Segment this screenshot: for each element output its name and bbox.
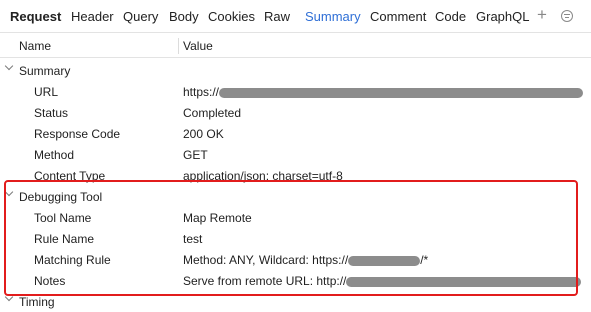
chevron-down-icon[interactable]: [4, 61, 14, 71]
tab-bar: Request Header Query Body Cookies Raw Su…: [0, 0, 591, 33]
tab-body[interactable]: Body: [169, 9, 199, 24]
tab-raw[interactable]: Raw: [264, 9, 290, 24]
response-code-value: 200 OK: [183, 127, 224, 141]
column-divider[interactable]: [178, 38, 179, 54]
table-row[interactable]: URL https://: [0, 81, 591, 102]
url-value: https://: [183, 85, 584, 99]
method-key: Method: [34, 148, 75, 162]
filter-icon[interactable]: [561, 10, 573, 22]
method-value: GET: [183, 148, 208, 162]
summary-group-row[interactable]: Summary: [0, 60, 591, 81]
plus-icon[interactable]: +: [537, 5, 547, 25]
response-code-key: Response Code: [34, 127, 121, 141]
tab-query[interactable]: Query: [123, 9, 158, 24]
table-row[interactable]: Method GET: [0, 144, 591, 165]
request-title: Request: [10, 9, 62, 24]
url-key: URL: [34, 85, 59, 99]
tab-cookies[interactable]: Cookies: [208, 9, 255, 24]
status-value: Completed: [183, 106, 242, 120]
column-name-header[interactable]: Name: [19, 39, 51, 53]
table-row[interactable]: Status Completed: [0, 102, 591, 123]
summary-group-title: Summary: [19, 64, 71, 78]
column-value-header[interactable]: Value: [183, 39, 213, 53]
tab-summary[interactable]: Summary: [305, 9, 361, 24]
redacted-url-bar: [219, 87, 584, 98]
debugging-tool-highlight-box: [4, 180, 578, 296]
tab-comment[interactable]: Comment: [370, 9, 426, 24]
status-key: Status: [34, 106, 69, 120]
column-header: Name Value: [0, 34, 591, 58]
tab-graphql[interactable]: GraphQL: [476, 9, 529, 24]
tab-header[interactable]: Header: [71, 9, 114, 24]
timing-group-title: Timing: [19, 295, 55, 309]
table-row[interactable]: Response Code 200 OK: [0, 123, 591, 144]
tab-code[interactable]: Code: [435, 9, 466, 24]
